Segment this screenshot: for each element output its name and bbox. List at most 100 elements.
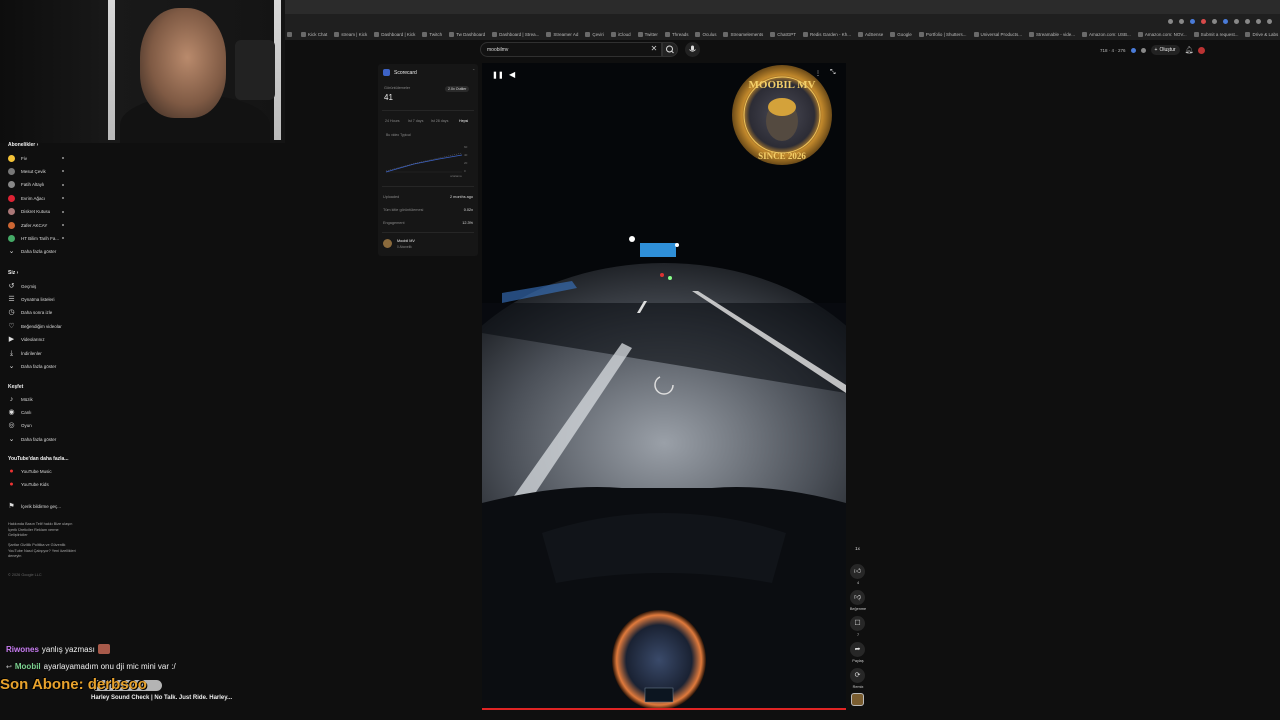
extension-icon[interactable] — [1140, 47, 1146, 53]
extension-icon[interactable] — [1130, 47, 1136, 53]
avatar[interactable] — [1198, 46, 1206, 54]
bookmark-item[interactable]: stream | Kick — [334, 31, 367, 37]
sidebar-item[interactable]: Zafer AKCAY — [8, 220, 78, 230]
comment-button[interactable]: ☐ — [850, 616, 865, 631]
star-icon[interactable] — [1179, 18, 1184, 24]
tab-28-days[interactable]: Ist 28 days — [431, 119, 448, 123]
bookmark-item[interactable]: Twitch — [422, 31, 443, 37]
bookmark-item[interactable]: Çeviri — [585, 31, 604, 37]
chevron-down-icon: ⌄ — [8, 362, 15, 370]
show-more-subscriptions[interactable]: ⌄ Daha fazla göster — [8, 247, 78, 257]
pause-icon[interactable]: ❚❚ — [492, 71, 504, 79]
bookmark-item[interactable]: Dashboard | Kick — [374, 31, 415, 37]
sidebar-item[interactable]: ♡ Beğendiğim videolar — [8, 321, 78, 331]
bookmark-item[interactable]: Redis Garden - Kh... — [803, 31, 851, 37]
tab-strip[interactable] — [285, 0, 1280, 14]
bookmark-item[interactable]: AdSense — [858, 31, 883, 37]
sidebar-item[interactable]: Fiv — [8, 153, 78, 163]
sidebar-item[interactable]: ◎ Oyun — [8, 421, 78, 431]
subscriptions-title[interactable]: Abonelikler › — [8, 142, 38, 148]
more-options-icon[interactable]: ⋮ — [815, 70, 821, 77]
extension-icon[interactable] — [1223, 18, 1228, 24]
report-history-item[interactable]: ⚑ İçerik bildirme geç... — [8, 501, 78, 511]
bookmark-item[interactable]: Streamable - vide... — [1029, 31, 1075, 37]
cast-icon[interactable] — [1168, 18, 1173, 24]
sidebar-item[interactable]: ⤓ İndirilenler — [8, 348, 78, 358]
like-button[interactable]: 👍︎ — [850, 564, 865, 579]
sound-thumbnail[interactable] — [851, 693, 864, 706]
voice-search-button[interactable] — [685, 42, 700, 57]
sidebar-item[interactable]: ☰ Oynatma listeleri — [8, 294, 78, 304]
sidebar-item[interactable]: ♪ Müzik — [8, 394, 78, 404]
bookmark-label: Twitch — [429, 31, 443, 37]
tab-24-hours[interactable]: 24 Hours — [385, 119, 400, 123]
bookmark-item[interactable]: Dashboard | Strea... — [492, 31, 539, 37]
views-value: 41 — [384, 93, 393, 102]
profile-icon[interactable] — [1256, 18, 1261, 24]
bookmark-item[interactable]: Submit a request... — [1193, 31, 1238, 37]
bookmark-item[interactable]: ChatGPT — [770, 31, 796, 37]
bookmark-item[interactable]: Streamer Ad — [546, 31, 578, 37]
channel-subs: 0 Abonelik — [397, 245, 412, 249]
bookmark-item[interactable]: Universal Products... — [973, 31, 1022, 37]
close-icon[interactable]: ✕ — [648, 43, 660, 55]
y-tick: 20 — [464, 161, 468, 165]
bell-icon[interactable]: 🔔︎ — [1185, 46, 1194, 54]
create-button[interactable]: + Oluştur — [1150, 45, 1180, 55]
music-icon: ♪ — [9, 395, 14, 403]
collapse-icon[interactable]: ⌃ — [472, 68, 475, 73]
bookmark-item[interactable]: Oculus — [695, 31, 716, 37]
sidebar-item[interactable]: Fatih Altaylı — [8, 180, 78, 190]
share-button[interactable]: ➦ — [850, 642, 865, 657]
extension-icon[interactable] — [1212, 18, 1217, 24]
sidebar-item[interactable]: ⌄ Daha fazla göster — [8, 361, 78, 371]
speed-indicator[interactable]: 1x — [850, 542, 865, 555]
chevron-down-icon: ⌄ — [8, 248, 15, 256]
channel-avatar[interactable] — [383, 239, 392, 248]
extension-icon[interactable] — [1190, 18, 1195, 24]
channel-name[interactable]: Moobil MV — [397, 239, 415, 243]
sidebar-item[interactable]: ▶︎ Videolarınız — [8, 335, 78, 345]
footer-links-secondary[interactable]: Şartlar Gizlilik Politika ve Güvenlik Yo… — [8, 543, 78, 560]
you-title[interactable]: Siz › — [8, 270, 18, 276]
bookmark-item[interactable]: Kick Chat — [301, 31, 327, 37]
bookmark-favicon-icon — [1245, 31, 1251, 37]
tab-all[interactable]: Hepsi — [459, 119, 468, 123]
extension-icon[interactable] — [1201, 18, 1206, 24]
bookmark-item[interactable]: Streamelements — [723, 31, 763, 37]
search-input[interactable]: moobilmv — [480, 42, 662, 57]
bookmark-item[interactable]: Amazon.com: USB... — [1082, 31, 1131, 37]
sidebar-item[interactable]: ◷ Daha sonra izle — [8, 308, 78, 318]
progress-bar[interactable] — [482, 708, 846, 710]
bookmark-item[interactable]: Google — [890, 31, 912, 37]
bookmark-favicon-icon — [858, 31, 864, 37]
sidebar-item[interactable]: ● YouTube Kids — [8, 479, 78, 489]
extension-icon[interactable] — [1234, 18, 1239, 24]
sidebar-item[interactable]: HT Bilim Tarih Fa... — [8, 233, 78, 243]
sidebar-item[interactable]: Evrim Ağacı — [8, 193, 78, 203]
fullscreen-icon[interactable]: ⤡ — [830, 69, 836, 77]
volume-icon[interactable]: ◀︎ — [509, 70, 515, 79]
tab-7-days[interactable]: Ist 7 days — [408, 119, 423, 123]
sidebar-item[interactable]: Mesut Çevik — [8, 166, 78, 176]
sidebar-item[interactable]: ↺ Geçmiş — [8, 281, 78, 291]
bookmark-item[interactable]: iCloud — [610, 31, 631, 37]
menu-icon[interactable] — [1267, 18, 1272, 24]
sidebar-item[interactable]: Diskret Kutusu — [8, 207, 78, 217]
bookmark-item[interactable]: Portfolio | Shutters... — [918, 31, 967, 37]
sidebar-item[interactable]: ● YouTube Music — [8, 466, 78, 476]
bookmark-item[interactable]: Threads — [664, 31, 688, 37]
bookmark-item[interactable]: Amazon.com: NOV... — [1137, 31, 1187, 37]
bookmark-item[interactable]: Twitter — [637, 31, 658, 37]
search-button[interactable] — [662, 42, 678, 57]
footer-links-primary[interactable]: Hakkında Basın Telif hakkı Bize ulaşın İ… — [8, 522, 78, 539]
bookmark-item[interactable]: Tw Dashboard — [449, 31, 485, 37]
sidebar-item[interactable]: ◉ Canlı — [8, 407, 78, 417]
sidebar-item[interactable]: ⌄ Daha fazla göster — [8, 434, 78, 444]
video-player[interactable]: MOOBIL MV SINCE 2026 ❚❚ ◀︎ ⋮ ⤡ — [482, 63, 846, 710]
bookmark-item[interactable]: Drive & Labs — [1245, 31, 1278, 37]
bookmark-item[interactable] — [287, 31, 294, 37]
puzzle-icon[interactable] — [1245, 18, 1250, 24]
dislike-button[interactable]: 👎︎ — [850, 590, 865, 605]
remix-button[interactable]: ⟳ — [850, 668, 865, 683]
